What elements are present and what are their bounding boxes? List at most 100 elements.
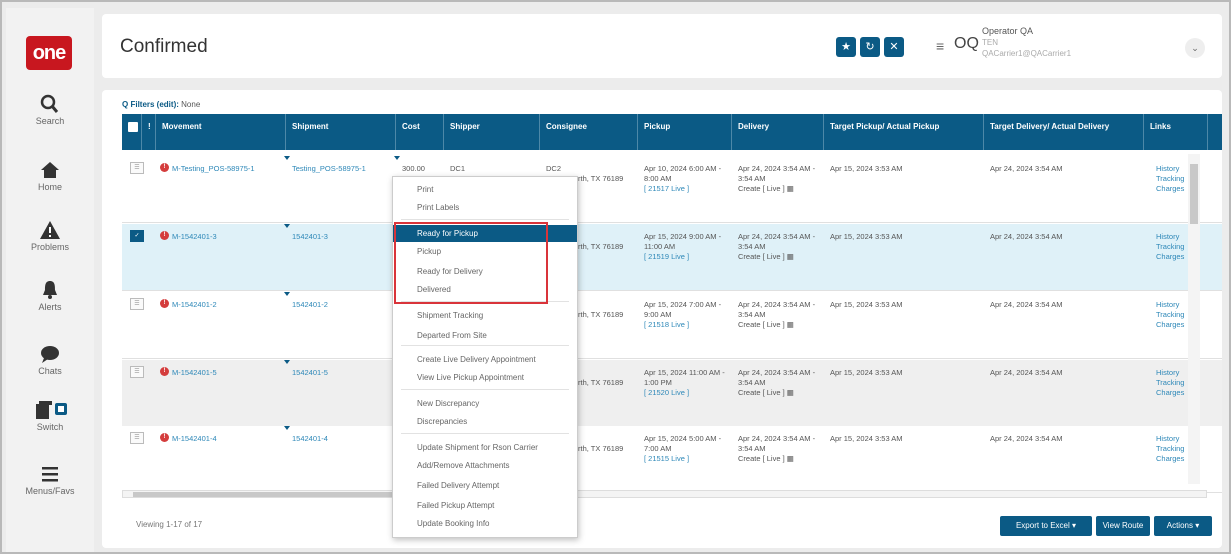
- col-movement[interactable]: Movement: [156, 114, 286, 150]
- vertical-scroll-thumb[interactable]: [1190, 164, 1198, 224]
- menu-item[interactable]: Print: [393, 181, 577, 198]
- actions-button[interactable]: Actions ▾: [1154, 516, 1212, 536]
- error-icon[interactable]: !: [160, 299, 169, 308]
- nav-menus[interactable]: Menus/Favs: [6, 464, 94, 496]
- close-button[interactable]: ✕: [884, 37, 904, 57]
- menu-item[interactable]: View Live Pickup Appointment: [393, 369, 577, 386]
- menu-item[interactable]: Failed Pickup Attempt: [393, 497, 577, 514]
- table-row[interactable]: ✓! M-1542401-3 1542401-3 rth, TX 76189 Apr 1…: [122, 224, 1222, 291]
- pickup-live-link[interactable]: [ 21517 Live ]: [644, 184, 689, 193]
- delivery-create-link[interactable]: Create [ Live ]: [738, 454, 785, 463]
- row-checkbox[interactable]: ☰: [130, 432, 144, 444]
- col-consignee[interactable]: Consignee: [540, 114, 638, 150]
- row-checkbox[interactable]: ☰: [130, 162, 144, 174]
- corner-marker-icon: [394, 156, 400, 160]
- menu-item[interactable]: New Discrepancy: [393, 395, 577, 412]
- target-pickup-cell: Apr 15, 2024 3:53 AM: [830, 300, 903, 309]
- corner-marker-icon: [284, 292, 290, 296]
- error-icon[interactable]: !: [160, 433, 169, 442]
- nav-alerts[interactable]: Alerts: [6, 280, 94, 312]
- calendar-icon[interactable]: ▦: [787, 184, 794, 193]
- pickup-live-link[interactable]: [ 21518 Live ]: [644, 320, 689, 329]
- view-route-button[interactable]: View Route: [1096, 516, 1150, 536]
- col-alert[interactable]: !: [142, 114, 156, 150]
- menu-item[interactable]: Create Live Delivery Appointment: [393, 351, 577, 368]
- vertical-scrollbar[interactable]: [1188, 154, 1200, 484]
- movement-link[interactable]: M-1542401-5: [172, 368, 282, 378]
- calendar-icon[interactable]: ▦: [787, 252, 794, 261]
- col-pickup[interactable]: Pickup: [638, 114, 732, 150]
- avatar[interactable]: OQ: [954, 35, 979, 53]
- hamburger-icon[interactable]: ≡: [936, 38, 944, 54]
- row-checkbox[interactable]: ☰: [130, 366, 144, 378]
- col-cost[interactable]: Cost: [396, 114, 444, 150]
- col-target-pickup[interactable]: Target Pickup/ Actual Pickup: [824, 114, 984, 150]
- col-links[interactable]: Links: [1144, 114, 1208, 150]
- menu-item[interactable]: Print Labels: [393, 199, 577, 216]
- pickup-live-link[interactable]: [ 21515 Live ]: [644, 454, 689, 463]
- app-window: one Search Home Problems Alerts Chats Sw…: [0, 0, 1231, 554]
- pickup-cell: Apr 15, 2024 9:00 AM - 11:00 AM[ 21519 L…: [644, 232, 730, 262]
- nav-chats[interactable]: Chats: [6, 344, 94, 376]
- error-icon[interactable]: !: [160, 231, 169, 240]
- table-row[interactable]: ☰! M-1542401-4 1542401-4 rth, TX 76189 Apr 1…: [122, 426, 1222, 493]
- nav-home[interactable]: Home: [6, 160, 94, 192]
- col-shipment[interactable]: Shipment: [286, 114, 396, 150]
- row-checkbox[interactable]: ✓: [130, 230, 144, 242]
- nav-problems[interactable]: Problems: [6, 220, 94, 252]
- refresh-button[interactable]: ↻: [860, 37, 880, 57]
- menu-item[interactable]: Shipment Tracking: [393, 307, 577, 324]
- cost-cell: 300.00: [402, 164, 425, 173]
- calendar-icon[interactable]: ▦: [787, 320, 794, 329]
- consignee-city: rth, TX 76189: [578, 444, 624, 453]
- movement-link[interactable]: M-1542401-2: [172, 300, 282, 310]
- corner-marker-icon: [284, 360, 290, 364]
- menu-item[interactable]: Discrepancies: [393, 413, 577, 430]
- filters-label[interactable]: Filters (edit):: [130, 100, 178, 109]
- table-row[interactable]: ☰! M-Testing_POS-58975-1 Testing_POS-58975…: [122, 156, 1222, 223]
- horizontal-scrollbar[interactable]: [122, 490, 1207, 498]
- warning-icon: [40, 221, 60, 239]
- col-target-delivery[interactable]: Target Delivery/ Actual Delivery: [984, 114, 1144, 150]
- filters-value: None: [181, 100, 201, 109]
- pickup-live-link[interactable]: [ 21519 Live ]: [644, 252, 689, 261]
- favorite-button[interactable]: ★: [836, 37, 856, 57]
- menu-item[interactable]: Update Booking Info: [393, 515, 577, 532]
- shipment-link[interactable]: 1542401-2: [292, 300, 392, 310]
- delivery-cell: Apr 24, 2024 3:54 AM - 3:54 AM Create [ L…: [738, 434, 822, 464]
- table-row[interactable]: ☰! M-1542401-2 1542401-2 rth, TX 76189 Apr 1…: [122, 292, 1222, 359]
- delivery-create-link[interactable]: Create [ Live ]: [738, 184, 785, 193]
- movement-link[interactable]: M-1542401-3: [172, 232, 282, 242]
- select-all-checkbox[interactable]: [122, 114, 142, 150]
- menu-item[interactable]: Update Shipment for Rson Carrier: [393, 439, 577, 456]
- col-delivery[interactable]: Delivery: [732, 114, 824, 150]
- movement-link[interactable]: M-1542401-4: [172, 434, 282, 444]
- table-row[interactable]: ☰! M-1542401-5 1542401-5 rth, TX 76189 Apr 1…: [122, 360, 1222, 427]
- calendar-icon[interactable]: ▦: [787, 454, 794, 463]
- shipment-link[interactable]: 1542401-4: [292, 434, 392, 444]
- delivery-create-link[interactable]: Create [ Live ]: [738, 320, 785, 329]
- pickup-live-link[interactable]: [ 21520 Live ]: [644, 388, 689, 397]
- nav-label: Search: [35, 116, 65, 126]
- calendar-icon[interactable]: ▦: [787, 388, 794, 397]
- movement-link[interactable]: M-Testing_POS-58975-1: [172, 164, 282, 174]
- filters-bar[interactable]: Q Filters (edit): None: [122, 100, 200, 109]
- delivery-create-link[interactable]: Create [ Live ]: [738, 252, 785, 261]
- row-checkbox[interactable]: ☰: [130, 298, 144, 310]
- error-icon[interactable]: !: [160, 163, 169, 172]
- nav-switch[interactable]: Switch: [6, 400, 94, 432]
- error-icon[interactable]: !: [160, 367, 169, 376]
- col-shipper[interactable]: Shipper: [444, 114, 540, 150]
- delivery-create-link[interactable]: Create [ Live ]: [738, 388, 785, 397]
- user-info[interactable]: Operator QA TEN QACarrier1@QACarrier1: [982, 26, 1071, 59]
- shipment-link[interactable]: 1542401-3: [292, 232, 392, 242]
- menu-item[interactable]: Add/Remove Attachments: [393, 457, 577, 474]
- menu-divider: [401, 389, 569, 390]
- nav-search[interactable]: Search: [6, 94, 94, 126]
- export-excel-button[interactable]: Export to Excel ▾: [1000, 516, 1092, 536]
- shipment-link[interactable]: Testing_POS-58975-1: [292, 164, 392, 174]
- user-dropdown-button[interactable]: ⌄: [1185, 38, 1205, 58]
- shipment-link[interactable]: 1542401-5: [292, 368, 392, 378]
- menu-item[interactable]: Failed Delivery Attempt: [393, 477, 577, 494]
- menu-item[interactable]: Departed From Site: [393, 327, 577, 344]
